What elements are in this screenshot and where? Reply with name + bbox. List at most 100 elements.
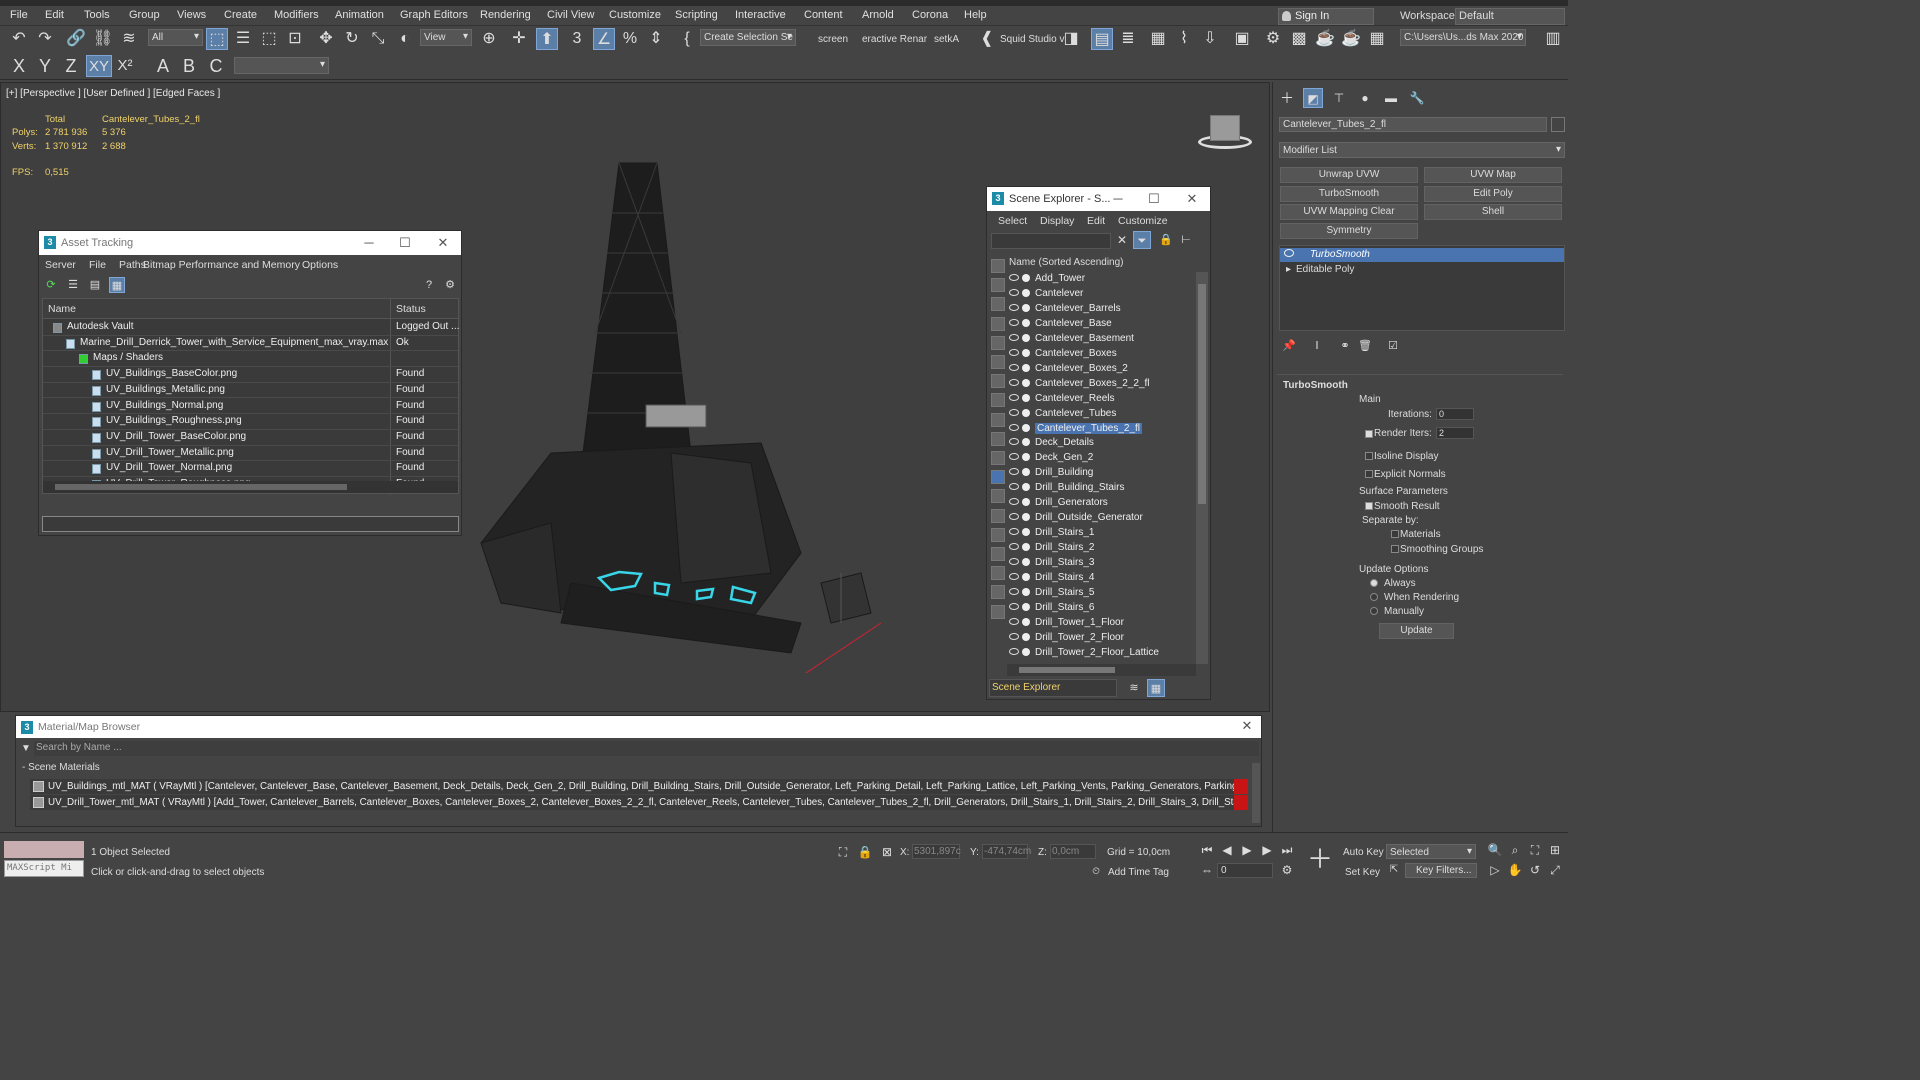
- move-icon[interactable]: ✥: [315, 28, 337, 50]
- scene-object-item[interactable]: Drill_Generators: [1009, 496, 1195, 511]
- object-color-swatch[interactable]: [1551, 117, 1565, 132]
- visibility-eye-icon[interactable]: [1009, 498, 1019, 506]
- pan-icon[interactable]: ✋: [1506, 861, 1524, 879]
- layers-icon[interactable]: ≋: [1125, 679, 1143, 697]
- menu-civil-view[interactable]: Civil View: [547, 9, 594, 21]
- scene-object-item[interactable]: Drill_Tower_2_Floor: [1009, 631, 1195, 646]
- undo-icon[interactable]: ↶: [8, 28, 30, 50]
- isolate-selection-icon[interactable]: ⛶: [834, 843, 852, 861]
- axis-xy-button[interactable]: XY: [86, 55, 112, 77]
- maximize-viewport-icon[interactable]: ⤢: [1546, 861, 1564, 879]
- render-dot-icon[interactable]: [1022, 423, 1030, 432]
- render-iterative-icon[interactable]: ☕: [1340, 28, 1362, 50]
- configure-sets-icon[interactable]: ☑: [1385, 338, 1401, 354]
- display-all-icon[interactable]: [991, 259, 1005, 273]
- render-dot-icon[interactable]: [1022, 602, 1030, 611]
- unlink-icon[interactable]: ⛓: [92, 28, 114, 50]
- explicit-normals-checkbox[interactable]: [1365, 470, 1373, 478]
- scene-object-item[interactable]: Cantelever_Basement: [1009, 332, 1195, 347]
- scene-object-item[interactable]: Drill_Stairs_2: [1009, 541, 1195, 556]
- turbosmooth-rollout-title[interactable]: TurboSmooth: [1283, 380, 1348, 391]
- ref-coord-dropdown[interactable]: View: [420, 29, 472, 46]
- selection-lock-icon[interactable]: 🔒: [856, 843, 874, 861]
- scene-hierarchy-icon[interactable]: ▦: [1147, 679, 1165, 697]
- scene-object-item[interactable]: Drill_Tower_1_Floor: [1009, 616, 1195, 631]
- prev-frame-icon[interactable]: ◀: [1218, 841, 1236, 859]
- visibility-eye-icon[interactable]: [1009, 453, 1019, 461]
- se-search-input[interactable]: [991, 233, 1111, 249]
- scene-object-item[interactable]: Cantelever_Reels: [1009, 392, 1195, 407]
- menu-file[interactable]: File: [10, 9, 28, 21]
- update-button[interactable]: Update: [1379, 623, 1454, 639]
- col-name[interactable]: Name: [48, 303, 76, 315]
- always-radio[interactable]: [1370, 579, 1378, 587]
- angle-snap-icon[interactable]: ∠: [593, 28, 615, 50]
- scene-object-item[interactable]: Drill_Stairs_3: [1009, 556, 1195, 571]
- zoom-icon[interactable]: 🔍: [1486, 841, 1504, 859]
- asset-tracking-titlebar[interactable]: 3 Asset Tracking ─ ☐ ✕: [39, 231, 461, 255]
- scene-object-item[interactable]: Cantelever_Boxes_2_2_fl: [1009, 377, 1195, 392]
- menu-animation[interactable]: Animation: [335, 9, 384, 21]
- at-menu-bitmap[interactable]: Bitmap Performance and Memory: [143, 259, 300, 271]
- render-dot-icon[interactable]: [1022, 438, 1030, 447]
- refresh-icon[interactable]: ⟳: [43, 277, 59, 293]
- scene-object-item[interactable]: Drill_Stairs_1: [1009, 526, 1195, 541]
- key-filters-button[interactable]: Key Filters...: [1405, 863, 1477, 878]
- render-dot-icon[interactable]: [1022, 333, 1030, 342]
- lock-icon[interactable]: 🔒: [1157, 231, 1175, 249]
- render-dot-icon[interactable]: [1022, 483, 1030, 492]
- text-b-icon[interactable]: B: [178, 55, 200, 77]
- scene-object-item[interactable]: Add_Tower: [1009, 272, 1195, 287]
- render-iters-checkbox[interactable]: [1365, 430, 1373, 438]
- zoom-extents-icon[interactable]: ⛶: [1526, 841, 1544, 859]
- render-dot-icon[interactable]: [1022, 587, 1030, 596]
- material-search-input[interactable]: Search by Name ...: [34, 741, 1259, 756]
- asset-row[interactable]: UV_Buildings_Normal.png Found: [43, 399, 458, 415]
- modify-tab-icon[interactable]: ◩: [1303, 88, 1323, 108]
- material-vscrollbar[interactable]: [1252, 763, 1260, 823]
- project-path-dropdown[interactable]: C:\Users\Us...ds Max 2020: [1400, 29, 1526, 46]
- render-iters-spinner[interactable]: 2: [1436, 427, 1474, 439]
- window-crossing-icon[interactable]: ⊡: [284, 28, 306, 50]
- modifier-list-dropdown[interactable]: Modifier List: [1279, 142, 1565, 158]
- z-coord-field[interactable]: 0,0cm: [1050, 844, 1096, 859]
- render-dot-icon[interactable]: [1022, 468, 1030, 477]
- render-dot-icon[interactable]: [1022, 408, 1030, 417]
- render-dot-icon[interactable]: [1022, 543, 1030, 552]
- minimize-icon[interactable]: ─: [359, 234, 379, 252]
- unwrap-uvw-button[interactable]: Unwrap UVW: [1280, 167, 1418, 183]
- workspaces-dropdown[interactable]: Default: [1455, 8, 1565, 25]
- asset-row[interactable]: Autodesk Vault Logged Out ...: [43, 320, 459, 336]
- settings-icon[interactable]: ⚙: [442, 277, 458, 293]
- visibility-eye-icon[interactable]: [1009, 647, 1019, 655]
- align-icon[interactable]: ▤: [1091, 28, 1113, 50]
- smoothing-groups-checkbox[interactable]: [1391, 545, 1399, 553]
- render-dot-icon[interactable]: [1022, 498, 1030, 507]
- visibility-eye-icon[interactable]: [1009, 558, 1019, 566]
- render-dot-icon[interactable]: [1022, 573, 1030, 581]
- menu-content[interactable]: Content: [804, 9, 843, 21]
- visibility-eye-icon[interactable]: [1009, 438, 1019, 446]
- y-coord-field[interactable]: -474,74cm: [982, 844, 1031, 859]
- visibility-eye-icon[interactable]: [1009, 274, 1019, 281]
- visibility-eye-icon[interactable]: [1009, 363, 1019, 371]
- eye-icon[interactable]: [1284, 249, 1294, 257]
- bind-space-warp-icon[interactable]: ≋: [118, 28, 140, 50]
- close-icon[interactable]: ✕: [433, 234, 453, 252]
- scene-object-item[interactable]: Cantelever_Base: [1009, 317, 1195, 332]
- stack-item-turbosmooth[interactable]: TurboSmooth: [1280, 248, 1564, 262]
- scale-icon[interactable]: ⤡: [367, 28, 389, 50]
- material-browser-titlebar[interactable]: 3 Material/Map Browser ✕: [16, 716, 1261, 738]
- visibility-eye-icon[interactable]: [1009, 528, 1019, 536]
- smooth-result-checkbox[interactable]: [1365, 502, 1373, 510]
- visibility-eye-icon[interactable]: [1009, 393, 1019, 401]
- at-menu-server[interactable]: Server: [45, 259, 76, 271]
- visibility-eye-icon[interactable]: [1009, 543, 1019, 551]
- menu-arnold[interactable]: Arnold: [862, 9, 894, 21]
- asset-row[interactable]: UV_Buildings_Roughness.png Found: [43, 414, 458, 430]
- selection-filter-dropdown[interactable]: All: [148, 29, 203, 46]
- rect-selection-icon[interactable]: ⬚: [258, 28, 280, 50]
- asset-row[interactable]: UV_Drill_Tower_Normal.png Found: [43, 461, 458, 477]
- help-icon[interactable]: ?: [421, 277, 437, 293]
- scene-object-item[interactable]: Cantelever_Boxes_2: [1009, 362, 1195, 377]
